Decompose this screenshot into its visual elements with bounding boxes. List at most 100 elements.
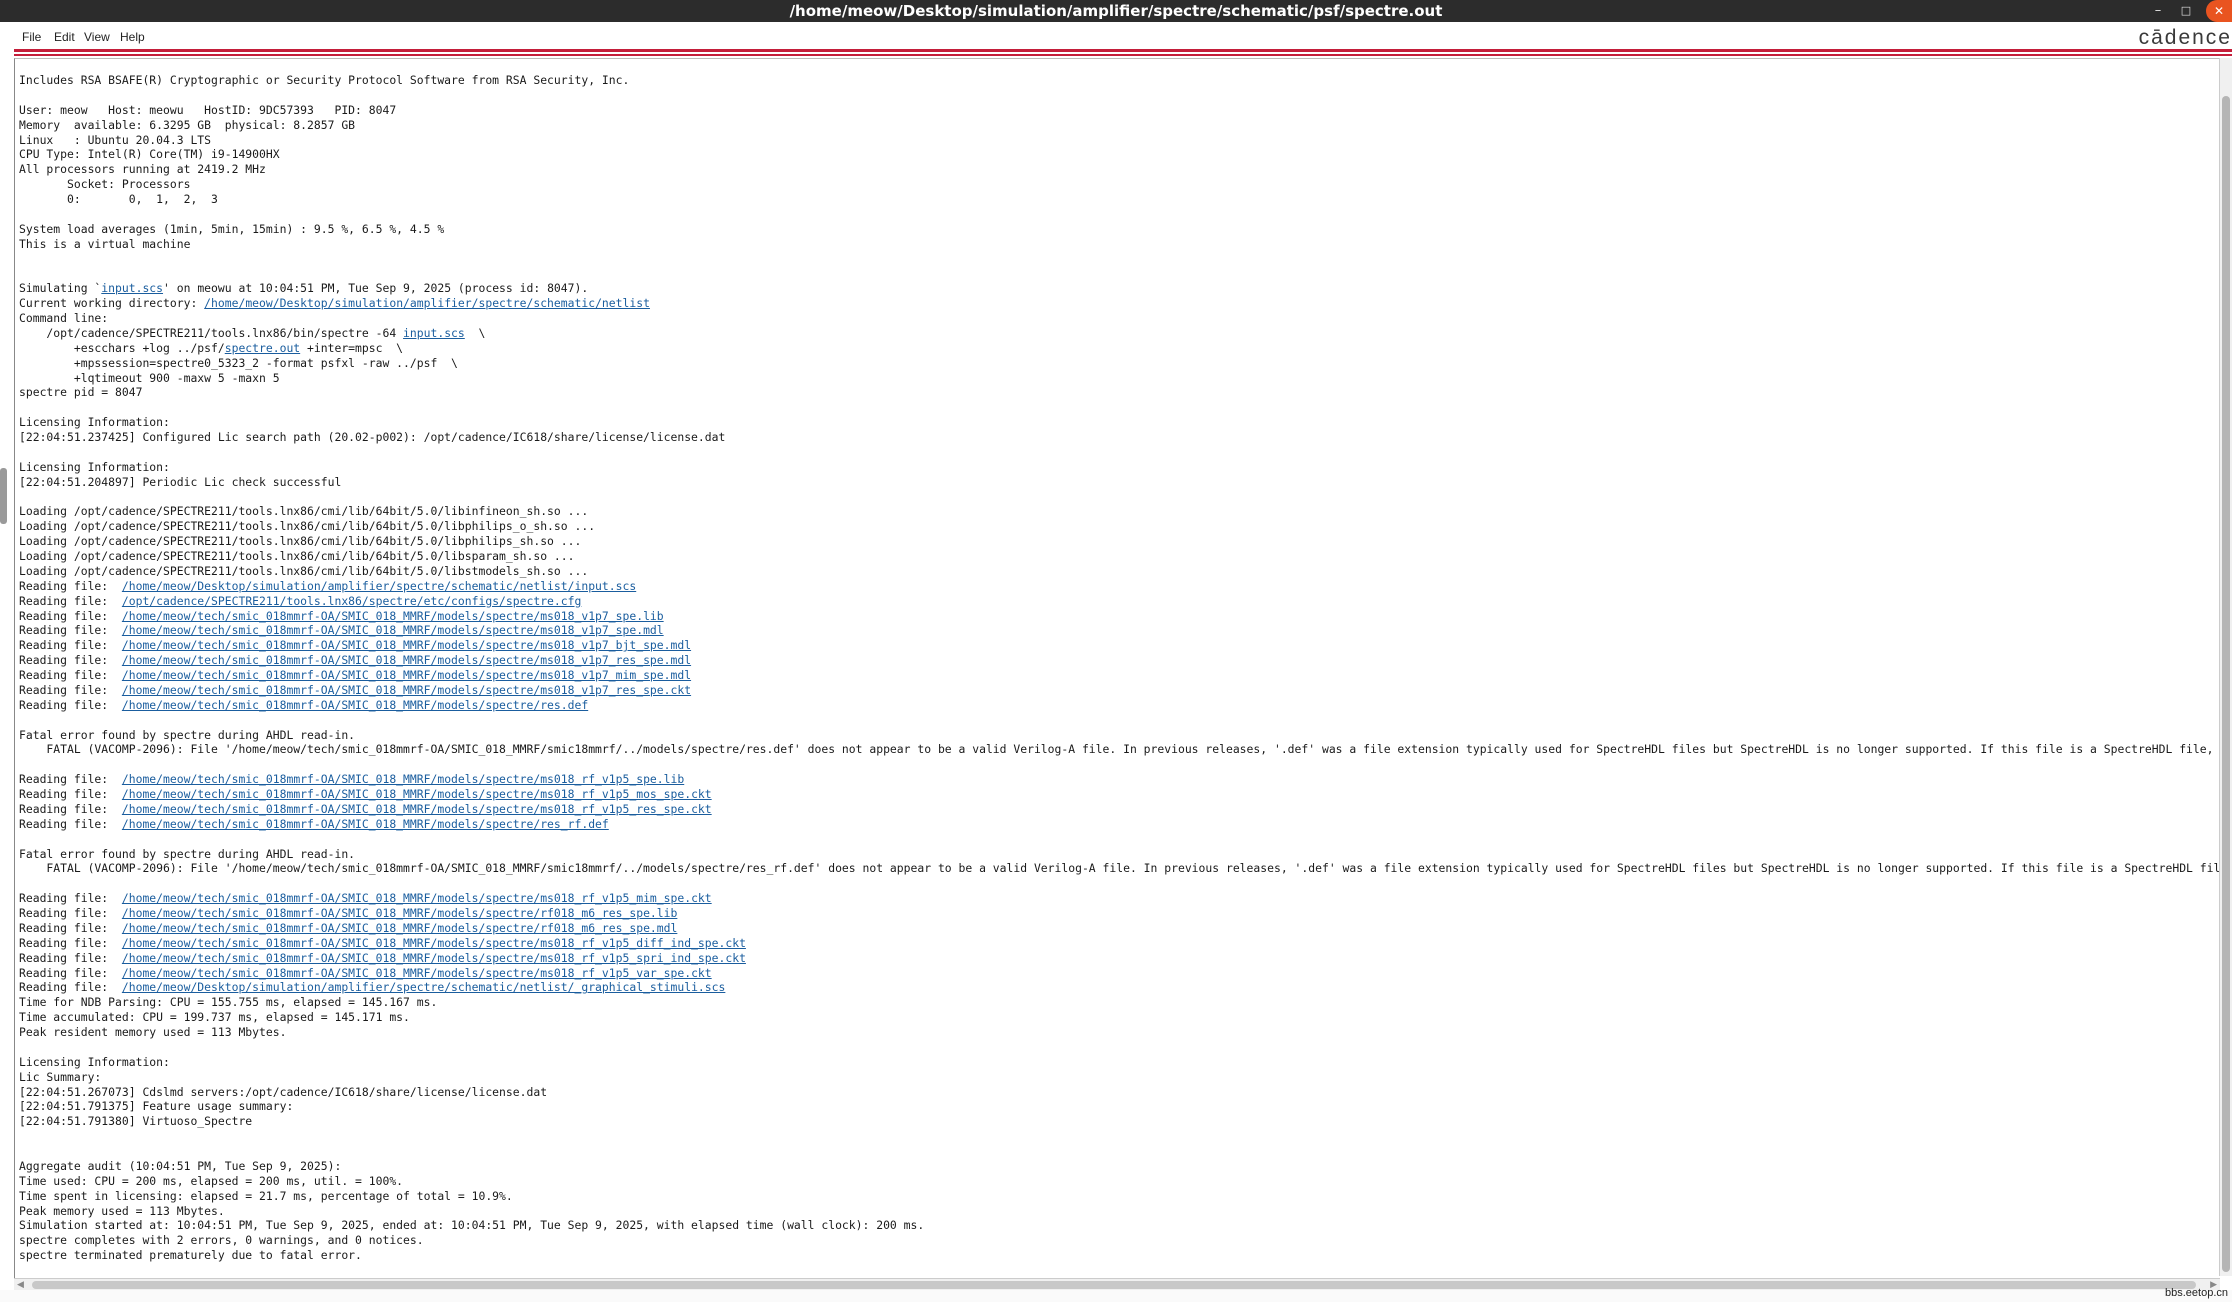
file-link[interactable]: /home/meow/Desktop/simulation/amplifier/… bbox=[122, 980, 725, 994]
pane-resize-handle[interactable] bbox=[0, 468, 7, 524]
log-line-text: Simulating ` bbox=[19, 281, 102, 296]
log-line-text: Peak memory used = 113 Mbytes. bbox=[19, 1203, 225, 1218]
log-line: Loading /opt/cadence/SPECTRE211/tools.ln… bbox=[19, 564, 2225, 579]
log-line-text: Time used: CPU = 200 ms, elapsed = 200 m… bbox=[19, 1173, 404, 1188]
close-button[interactable]: ✕ bbox=[2206, 0, 2232, 22]
log-line-text: Loading /opt/cadence/SPECTRE211/tools.ln… bbox=[19, 534, 582, 549]
cadence-logo: cādence bbox=[2138, 26, 2232, 49]
log-line: ​ bbox=[19, 832, 2225, 847]
file-link[interactable]: /home/meow/tech/smic_018mmrf-OA/SMIC_018… bbox=[122, 638, 691, 652]
file-link[interactable]: /opt/cadence/SPECTRE211/tools.lnx86/spec… bbox=[122, 594, 581, 608]
log-line: ​ bbox=[19, 1040, 2225, 1055]
log-line-text: [22:04:51.791380] Virtuoso_Spectre bbox=[19, 1114, 253, 1129]
log-line: Licensing Information: bbox=[19, 460, 2225, 475]
log-line-text: 0: 0, 1, 2, 3 bbox=[19, 192, 218, 206]
log-line: Linux : Ubuntu 20.04.3 LTS bbox=[19, 133, 2225, 148]
file-link[interactable]: /home/meow/tech/smic_018mmrf-OA/SMIC_018… bbox=[122, 609, 664, 623]
menu-help[interactable]: Help bbox=[120, 30, 145, 44]
file-link[interactable]: /home/meow/tech/smic_018mmrf-OA/SMIC_018… bbox=[122, 906, 677, 920]
log-line: Reading file: /opt/cadence/SPECTRE211/to… bbox=[19, 594, 2225, 609]
file-link[interactable]: /home/meow/tech/smic_018mmrf-OA/SMIC_018… bbox=[122, 698, 588, 712]
log-line-text: FATAL (VACOMP-2096): File '/home/meow/te… bbox=[19, 742, 2225, 757]
file-link[interactable]: /home/meow/Desktop/simulation/amplifier/… bbox=[204, 296, 650, 310]
status-strip bbox=[0, 1290, 2232, 1302]
log-line-text: Aggregate audit (10:04:51 PM, Tue Sep 9,… bbox=[19, 1158, 342, 1173]
file-link[interactable]: /home/meow/tech/smic_018mmrf-OA/SMIC_018… bbox=[122, 668, 691, 682]
log-line: Current working directory: /home/meow/De… bbox=[19, 296, 2225, 311]
file-link[interactable]: /home/meow/tech/smic_018mmrf-OA/SMIC_018… bbox=[122, 951, 746, 965]
log-line-text: +lqtimeout 900 -maxw 5 -maxn 5 bbox=[19, 370, 280, 385]
log-line: Peak resident memory used = 113 Mbytes. bbox=[19, 1025, 2225, 1040]
file-link[interactable]: /home/meow/Desktop/simulation/amplifier/… bbox=[122, 579, 636, 593]
log-line-text: +escchars +log ../psf/ bbox=[19, 340, 225, 355]
file-link[interactable]: /home/meow/tech/smic_018mmrf-OA/SMIC_018… bbox=[122, 772, 684, 786]
log-line-text: This is a virtual machine bbox=[19, 236, 191, 251]
menu-view[interactable]: View bbox=[84, 30, 110, 44]
log-line: [22:04:51.267073] Cdslmd servers:/opt/ca… bbox=[19, 1085, 2225, 1100]
horizontal-scroll-thumb[interactable] bbox=[32, 1281, 2196, 1289]
log-line-text: /opt/cadence/SPECTRE211/tools.lnx86/bin/… bbox=[19, 325, 404, 340]
log-line: spectre pid = 8047 bbox=[19, 385, 2225, 400]
log-line-text: Reading file: bbox=[19, 638, 122, 653]
minimize-button[interactable]: – bbox=[2144, 0, 2172, 22]
log-line-text: Reading file: bbox=[19, 653, 122, 668]
log-line-text: [22:04:51.237425] Configured Lic search … bbox=[19, 430, 726, 444]
log-line: Licensing Information: bbox=[19, 1055, 2225, 1070]
log-line-text: Current working directory: bbox=[19, 296, 205, 311]
log-line: spectre completes with 2 errors, 0 warni… bbox=[19, 1233, 2225, 1248]
log-line-text: Fatal error found by spectre during AHDL… bbox=[19, 727, 356, 742]
file-link[interactable]: /home/meow/tech/smic_018mmrf-OA/SMIC_018… bbox=[122, 966, 712, 980]
window-titlebar[interactable]: /home/meow/Desktop/simulation/amplifier/… bbox=[0, 0, 2232, 22]
log-line: [22:04:51.791380] Virtuoso_Spectre bbox=[19, 1114, 2225, 1129]
file-link[interactable]: input.scs bbox=[403, 326, 465, 340]
menu-file[interactable]: File bbox=[22, 30, 41, 44]
log-output-pane[interactable]: Includes RSA BSAFE(R) Cryptographic or S… bbox=[14, 58, 2225, 1279]
log-line-text: Command line: bbox=[19, 311, 109, 325]
log-line-text: [22:04:51.204897] Periodic Lic check suc… bbox=[19, 474, 342, 489]
log-line-text: Reading file: bbox=[19, 965, 122, 980]
vertical-scrollbar[interactable] bbox=[2219, 58, 2232, 1276]
log-line: Loading /opt/cadence/SPECTRE211/tools.ln… bbox=[19, 549, 2225, 564]
log-line: Time for NDB Parsing: CPU = 155.755 ms, … bbox=[19, 995, 2225, 1010]
file-link[interactable]: /home/meow/tech/smic_018mmrf-OA/SMIC_018… bbox=[122, 653, 691, 667]
log-line: ​ bbox=[19, 876, 2225, 891]
file-link[interactable]: /home/meow/tech/smic_018mmrf-OA/SMIC_018… bbox=[122, 787, 712, 801]
menu-edit[interactable]: Edit bbox=[54, 30, 75, 44]
file-link[interactable]: /home/meow/tech/smic_018mmrf-OA/SMIC_018… bbox=[122, 921, 677, 935]
log-line: Reading file: /home/meow/tech/smic_018mm… bbox=[19, 802, 2225, 817]
file-link[interactable]: /home/meow/tech/smic_018mmrf-OA/SMIC_018… bbox=[122, 623, 664, 637]
maximize-button[interactable]: □ bbox=[2172, 0, 2200, 22]
log-line: [22:04:51.237425] Configured Lic search … bbox=[19, 430, 2225, 445]
log-line: ​ bbox=[19, 445, 2225, 460]
log-line-text: Licensing Information: bbox=[19, 1054, 170, 1069]
log-line: Reading file: /home/meow/tech/smic_018mm… bbox=[19, 966, 2225, 981]
file-link[interactable]: spectre.out bbox=[225, 341, 300, 355]
log-line: Time used: CPU = 200 ms, elapsed = 200 m… bbox=[19, 1174, 2225, 1189]
log-line-text: [22:04:51.791375] Feature usage summary: bbox=[19, 1099, 294, 1114]
file-link[interactable]: /home/meow/tech/smic_018mmrf-OA/SMIC_018… bbox=[122, 802, 712, 816]
log-line: Simulation started at: 10:04:51 PM, Tue … bbox=[19, 1218, 2225, 1233]
log-line-text: CPU Type: Intel(R) Core(TM) i9-14900HX bbox=[19, 147, 280, 162]
log-line-text: Reading file: bbox=[19, 906, 122, 920]
file-link[interactable]: input.scs bbox=[101, 281, 163, 295]
log-line-text: Fatal error found by spectre during AHDL… bbox=[19, 846, 356, 861]
vertical-scroll-thumb[interactable] bbox=[2222, 96, 2230, 1272]
log-line-text: Reading file: bbox=[19, 668, 122, 682]
file-link[interactable]: /home/meow/tech/smic_018mmrf-OA/SMIC_018… bbox=[122, 817, 609, 831]
log-line-text: Reading file: bbox=[19, 593, 122, 608]
log-line: FATAL (VACOMP-2096): File '/home/meow/te… bbox=[19, 742, 2225, 757]
log-line: All processors running at 2419.2 MHz bbox=[19, 162, 2225, 177]
file-link[interactable]: /home/meow/tech/smic_018mmrf-OA/SMIC_018… bbox=[122, 891, 712, 905]
window-title: /home/meow/Desktop/simulation/amplifier/… bbox=[789, 2, 1443, 20]
file-link[interactable]: /home/meow/tech/smic_018mmrf-OA/SMIC_018… bbox=[122, 936, 746, 950]
log-line-text: Reading file: bbox=[19, 950, 122, 965]
log-line: [22:04:51.791375] Feature usage summary: bbox=[19, 1099, 2225, 1114]
log-line-text: Reading file: bbox=[19, 787, 122, 801]
log-line-text: Reading file: bbox=[19, 608, 122, 623]
log-line-text: Loading /opt/cadence/SPECTRE211/tools.ln… bbox=[19, 563, 589, 578]
log-line: ​ bbox=[19, 266, 2225, 281]
log-line-text: Licensing Information: bbox=[19, 415, 170, 430]
log-line: Aggregate audit (10:04:51 PM, Tue Sep 9,… bbox=[19, 1159, 2225, 1174]
log-line: Reading file: /home/meow/Desktop/simulat… bbox=[19, 579, 2225, 594]
file-link[interactable]: /home/meow/tech/smic_018mmrf-OA/SMIC_018… bbox=[122, 683, 691, 697]
